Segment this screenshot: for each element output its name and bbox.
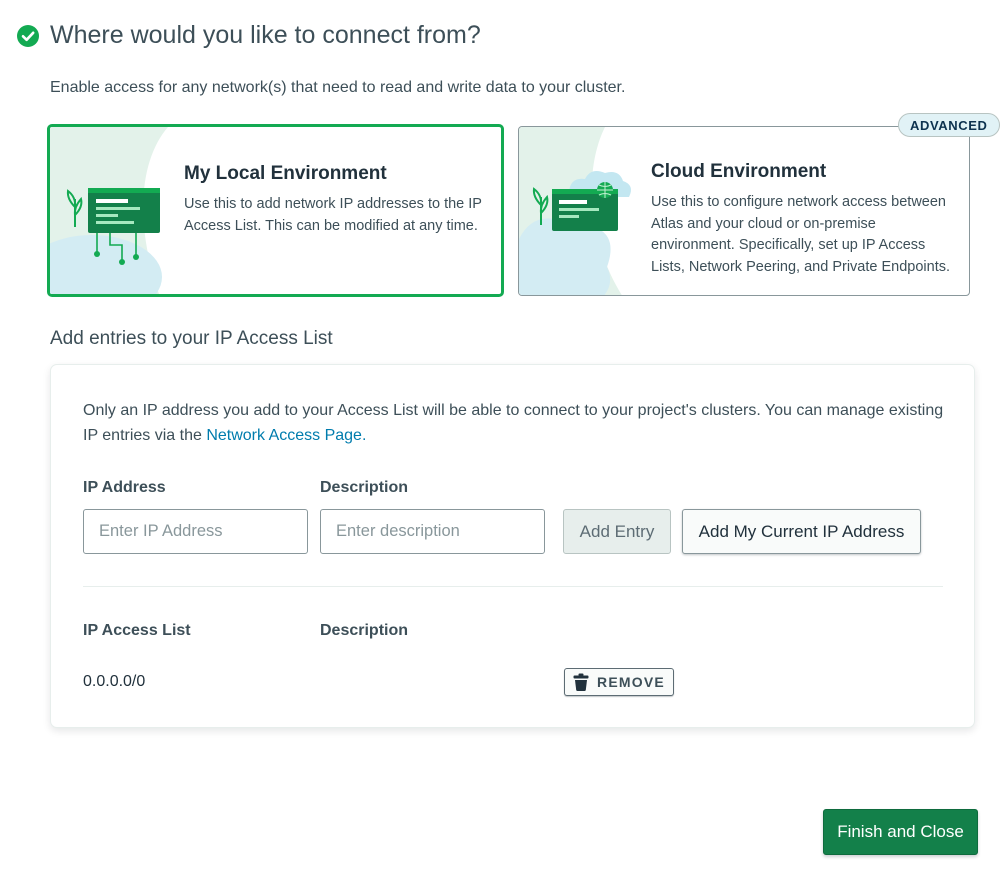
section-title: Add entries to your IP Access List: [50, 328, 333, 349]
local-environment-illustration: [50, 127, 168, 294]
cloud-environment-illustration: [519, 127, 631, 295]
add-entry-button[interactable]: Add Entry: [563, 509, 671, 554]
local-environment-description: Use this to add network IP addresses to …: [184, 196, 482, 234]
description-column-header: Description: [320, 622, 409, 639]
trash-icon: [573, 673, 589, 691]
network-access-page-link[interactable]: Network Access Page.: [206, 427, 366, 444]
add-current-ip-button[interactable]: Add My Current IP Address: [682, 509, 921, 554]
description-label: Description: [320, 479, 409, 496]
remove-label: REMOVE: [597, 674, 665, 690]
remove-button[interactable]: REMOVE: [564, 668, 674, 696]
local-environment-title: My Local Environment: [184, 163, 387, 184]
ip-address-label: IP Address: [83, 479, 166, 496]
cloud-environment-title: Cloud Environment: [651, 161, 827, 182]
divider: [83, 586, 943, 587]
cloud-environment-card[interactable]: Cloud Environment Use this to configure …: [518, 126, 970, 296]
page-subtitle: Enable access for any network(s) that ne…: [50, 79, 626, 96]
finish-and-close-button[interactable]: Finish and Close: [823, 809, 978, 855]
access-info-text: Only an IP address you add to your Acces…: [83, 398, 953, 448]
ip-address-input[interactable]: [83, 509, 308, 554]
local-environment-card[interactable]: My Local Environment Use this to add net…: [47, 124, 504, 297]
check-circle-icon: [17, 25, 39, 47]
description-input[interactable]: [320, 509, 545, 554]
cloud-environment-description: Use this to configure network access bet…: [651, 194, 951, 275]
ip-access-list-header: IP Access List: [83, 622, 191, 639]
ip-entry-value: 0.0.0.0/0: [83, 673, 146, 690]
advanced-badge: ADVANCED: [898, 113, 1000, 137]
page-title: Where would you like to connect from?: [50, 21, 481, 49]
